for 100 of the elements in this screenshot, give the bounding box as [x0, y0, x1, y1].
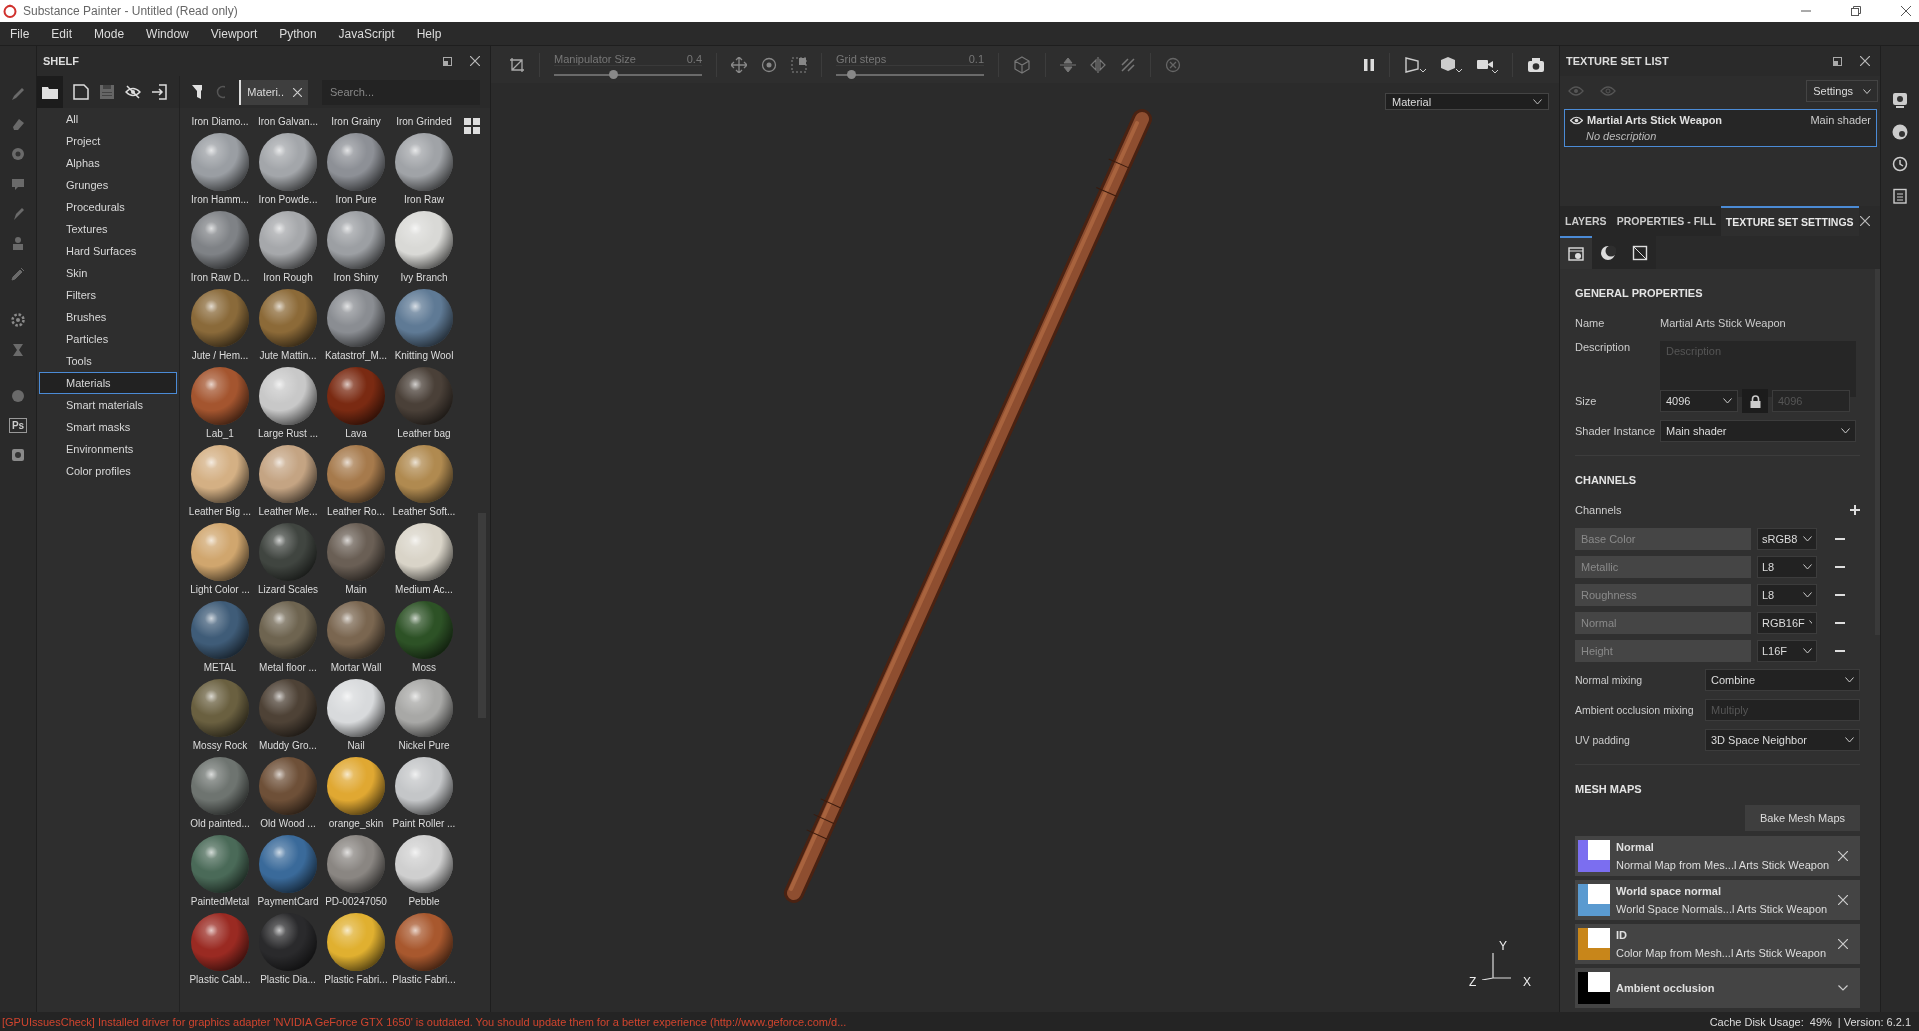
format-dropdown[interactable]: L8 — [1757, 584, 1817, 607]
symmetry-icon[interactable] — [1120, 56, 1136, 73]
chevron-icon[interactable] — [1723, 398, 1732, 405]
material-sphere[interactable] — [327, 367, 385, 425]
float-panel-icon[interactable] — [443, 56, 452, 66]
material-sphere[interactable] — [191, 679, 249, 737]
move-icon[interactable] — [731, 56, 747, 73]
grid-view-icon[interactable] — [464, 118, 480, 134]
format-dropdown[interactable]: L8 — [1757, 556, 1817, 579]
material-sphere[interactable] — [327, 679, 385, 737]
restore-icon[interactable] — [1851, 6, 1861, 16]
material-sphere[interactable] — [327, 913, 385, 971]
material-sphere[interactable] — [327, 601, 385, 659]
chevron-icon[interactable] — [1863, 88, 1871, 94]
material-sphere[interactable] — [395, 523, 453, 581]
menu-item[interactable]: Help — [416, 26, 442, 41]
display-mode-dropdown[interactable]: Material — [1385, 93, 1549, 110]
log-icon[interactable] — [1892, 188, 1908, 204]
hidden-eye-icon[interactable] — [125, 84, 141, 100]
category-item[interactable]: Grunges — [39, 174, 177, 196]
material-sphere[interactable] — [395, 679, 453, 737]
panel-tab[interactable]: TEXTURE SET SETTINGS — [1720, 206, 1859, 236]
shader-dropdown[interactable]: Main shader — [1660, 420, 1856, 443]
export-icon[interactable] — [10, 447, 26, 463]
chevron-icon[interactable] — [1803, 592, 1812, 599]
chevron-icon[interactable] — [1803, 564, 1812, 571]
material-sphere[interactable] — [395, 913, 453, 971]
category-item[interactable]: Procedurals — [39, 196, 177, 218]
material-sphere[interactable] — [327, 211, 385, 269]
material-sphere[interactable] — [395, 445, 453, 503]
chevron-icon[interactable] — [1841, 428, 1850, 435]
float-panel-icon[interactable] — [1833, 56, 1842, 66]
category-item[interactable]: Color profiles — [39, 460, 177, 482]
category-item[interactable]: All — [39, 108, 177, 130]
material-sphere[interactable] — [259, 133, 317, 191]
mesh-map-item[interactable]: Normal Normal Map from Mes...l Arts Stick Weapon — [1575, 836, 1860, 876]
material-sphere[interactable] — [259, 289, 317, 347]
category-item[interactable]: Materials — [39, 372, 177, 394]
category-item[interactable]: Alphas — [39, 152, 177, 174]
settings-dropdown[interactable]: Settings — [1806, 80, 1878, 102]
material-sphere[interactable] — [259, 445, 317, 503]
panel-tab[interactable]: LAYERS — [1560, 206, 1612, 236]
material-sphere[interactable] — [191, 445, 249, 503]
format-dropdown[interactable]: L16F — [1757, 640, 1817, 663]
format-dropdown[interactable]: sRGB8 — [1757, 528, 1817, 551]
menu-item[interactable]: Window — [146, 26, 189, 41]
folder-button[interactable] — [37, 76, 63, 108]
material-sphere[interactable] — [191, 211, 249, 269]
pause-icon[interactable] — [1363, 57, 1375, 72]
material-sphere[interactable] — [191, 835, 249, 893]
photoshop-export-button[interactable]: Ps — [8, 418, 28, 433]
close-icon[interactable] — [1860, 56, 1870, 66]
normal-mixing-dropdown[interactable]: Combine — [1705, 669, 1860, 692]
bake-icon[interactable] — [10, 342, 26, 358]
chevron-icon[interactable] — [1803, 648, 1812, 655]
clone-icon[interactable] — [10, 236, 26, 252]
category-item[interactable]: Smart masks — [39, 416, 177, 438]
mesh-map-item[interactable]: Ambient occlusion — [1575, 968, 1860, 1008]
chevron-icon[interactable] — [1808, 620, 1812, 627]
material-sphere[interactable] — [327, 445, 385, 503]
material-sphere[interactable] — [259, 835, 317, 893]
chevron-icon[interactable] — [1533, 98, 1542, 105]
add-icon[interactable] — [1850, 505, 1860, 516]
scale-icon[interactable] — [791, 56, 807, 73]
slider-thumb[interactable] — [609, 70, 619, 79]
settings-tab[interactable] — [1560, 236, 1592, 269]
remove-icon[interactable] — [1838, 939, 1848, 949]
chevron-icon[interactable] — [1845, 737, 1854, 744]
material-sphere[interactable] — [191, 757, 249, 815]
brush-icon[interactable] — [10, 86, 26, 102]
chevron-icon[interactable] — [1838, 985, 1848, 991]
filter-icon[interactable] — [192, 85, 202, 99]
history-icon[interactable] — [1892, 156, 1908, 172]
shader-settings-icon[interactable] — [1892, 124, 1908, 140]
save-icon[interactable] — [99, 84, 115, 100]
menu-item[interactable]: Python — [279, 26, 317, 41]
category-item[interactable]: Textures — [39, 218, 177, 240]
material-sphere[interactable] — [395, 133, 453, 191]
uv-square-icon[interactable] — [1632, 244, 1648, 261]
material-sphere[interactable] — [191, 601, 249, 659]
slider-thumb[interactable] — [846, 70, 856, 79]
material-sphere[interactable] — [395, 211, 453, 269]
category-item[interactable]: Project — [39, 130, 177, 152]
category-item[interactable]: Particles — [39, 328, 177, 350]
material-sphere[interactable] — [395, 367, 453, 425]
category-item[interactable]: Brushes — [39, 306, 177, 328]
remove-icon[interactable] — [1838, 895, 1848, 905]
material-sphere[interactable] — [395, 757, 453, 815]
material-sphere[interactable] — [191, 289, 249, 347]
lock-icon[interactable] — [1749, 395, 1761, 408]
perspective-icon[interactable] — [1404, 55, 1426, 74]
material-sphere[interactable] — [395, 835, 453, 893]
menu-item[interactable]: Mode — [94, 26, 125, 41]
material-sphere[interactable] — [327, 757, 385, 815]
new-document-icon[interactable] — [73, 84, 89, 100]
category-item[interactable]: Tools — [39, 350, 177, 372]
close-icon[interactable] — [1901, 6, 1911, 16]
material-sphere[interactable] — [259, 757, 317, 815]
category-item[interactable]: Filters — [39, 284, 177, 306]
material-sphere[interactable] — [327, 289, 385, 347]
